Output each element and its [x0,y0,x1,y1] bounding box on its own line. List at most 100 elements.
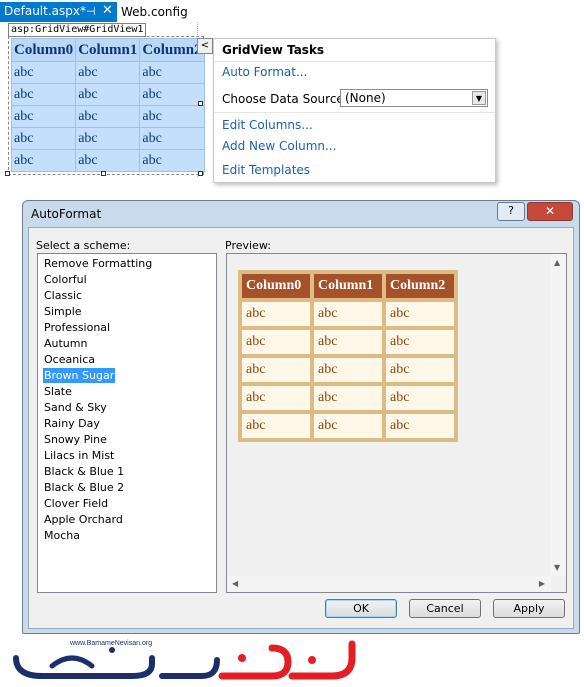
help-button[interactable]: ? [497,202,525,221]
gridview-row: abc abc abc [10,105,205,128]
preview-cell: abc [240,300,312,328]
gridview-cell: abc [139,127,205,150]
preview-label: Preview: [225,239,271,252]
dialog-title: AutoFormat [31,207,102,221]
preview-cell: abc [312,356,384,384]
scroll-up-icon[interactable]: ▲ [554,258,560,267]
gridview-table[interactable]: Column0 Column1 Column2 abc abc abc abc … [10,38,205,172]
preview-cell: abc [312,412,384,440]
scheme-item[interactable]: Oceanica [43,352,96,367]
preview-cell: abc [240,356,312,384]
gridview-cell: abc [139,149,205,172]
scheme-item[interactable]: Apple Orchard [43,512,124,527]
gridview-cell: abc [75,83,141,106]
control-id-label: asp:GridView#GridView1 [8,23,147,37]
apply-button[interactable]: Apply [493,599,565,618]
add-new-column-link[interactable]: Add New Column... [222,139,336,153]
gridview-cell: abc [10,127,77,150]
preview-header-cell: Column0 [240,272,312,300]
autoformat-dialog: AutoFormat ? ✕ Select a scheme: Preview:… [22,200,580,634]
scheme-listbox[interactable]: Remove Formatting Colorful Classic Simpl… [37,253,217,593]
preview-cell: abc [312,300,384,328]
preview-cell: abc [312,328,384,356]
preview-cell: abc [240,384,312,412]
preview-row: abc abc abc [240,356,456,384]
scheme-item[interactable]: Colorful [43,272,88,287]
gridview-header-cell: Column0 [10,38,77,62]
gridview-row: abc abc abc [10,83,205,106]
preview-row: abc abc abc [240,300,456,328]
gridview-cell: abc [75,61,141,84]
preview-cell: abc [312,384,384,412]
preview-cell: abc [240,412,312,440]
gridview-cell: abc [139,105,205,128]
preview-cell: abc [384,356,456,384]
scheme-item[interactable]: Black & Blue 2 [43,480,125,495]
scheme-item-selected[interactable]: Brown Sugar [43,368,116,383]
scroll-left-icon[interactable]: ◀ [232,579,238,588]
cancel-button[interactable]: Cancel [409,599,481,618]
chevron-down-icon[interactable]: ▼ [472,91,486,105]
preview-cell: abc [384,328,456,356]
divider [214,61,495,62]
gridview-header-row: Column0 Column1 Column2 [10,38,205,62]
close-tab-icon[interactable]: ✕ [102,1,113,20]
tasks-title: GridView Tasks [222,43,325,57]
preview-header-cell: Column2 [384,272,456,300]
gridview-tasks-panel: GridView Tasks Auto Format... Choose Dat… [213,38,496,183]
preview-header-row: Column0 Column1 Column2 [240,272,456,300]
gridview-header-cell: Column1 [75,38,141,62]
watermark-url: www.BamameNevisan.org [70,640,153,647]
edit-columns-link[interactable]: Edit Columns... [222,118,313,132]
scheme-item[interactable]: Mocha [43,528,81,543]
horizontal-scrollbar[interactable]: ◀ ▶ [227,576,551,592]
scheme-label: Select a scheme: [36,239,131,252]
scheme-item[interactable]: Professional [43,320,111,335]
tab-label: Default.aspx* [4,4,86,18]
scheme-item[interactable]: Clover Field [43,496,109,511]
gridview-cell: abc [139,61,205,84]
scroll-down-icon[interactable]: ▼ [554,563,560,572]
scheme-item[interactable]: Autumn [43,336,88,351]
scheme-item[interactable]: Sand & Sky [43,400,108,415]
vertical-scrollbar[interactable]: ▲ ▼ [551,254,566,576]
gridview-cell: abc [75,105,141,128]
gridview-cell: abc [139,83,205,106]
scheme-item[interactable]: Black & Blue 1 [43,464,125,479]
smart-tag-icon[interactable]: < [197,38,213,54]
preview-table: Column0 Column1 Column2 abc abc abc abc … [238,270,458,442]
close-icon[interactable]: ✕ [527,202,573,221]
ok-button[interactable]: OK [325,599,397,618]
resize-handle-bottom-left[interactable] [5,171,10,176]
dialog-body: Select a scheme: Preview: Remove Formatt… [28,227,574,629]
gridview-control[interactable]: Column0 Column1 Column2 abc abc abc abc … [8,36,205,175]
edit-templates-link[interactable]: Edit Templates [222,163,310,177]
data-source-select[interactable]: (None) ▼ [340,89,488,107]
gridview-row: abc abc abc [10,127,205,150]
tab-web-config[interactable]: Web.config [117,3,192,22]
gridview-cell: abc [75,127,141,150]
preview-row: abc abc abc [240,328,456,356]
resize-handle-right[interactable] [198,101,203,106]
divider [214,112,495,113]
gridview-row: abc abc abc [10,149,205,172]
scheme-item[interactable]: Simple [43,304,83,319]
preview-cell: abc [384,384,456,412]
auto-format-link[interactable]: Auto Format... [222,65,307,79]
preview-cell: abc [384,300,456,328]
scheme-item[interactable]: Classic [43,288,83,303]
scheme-item[interactable]: Slate [43,384,73,399]
preview-pane: Column0 Column1 Column2 abc abc abc abc … [226,253,567,593]
scheme-item[interactable]: Snowy Pine [43,432,108,447]
scheme-item[interactable]: Rainy Day [43,416,101,431]
scheme-item[interactable]: Lilacs in Mist [43,448,115,463]
resize-handle-corner[interactable] [198,171,203,176]
pin-icon[interactable]: ⊣ [86,2,96,21]
resize-handle-bottom[interactable] [101,171,106,176]
tab-default-aspx[interactable]: Default.aspx* ⊣ ✕ [0,2,117,22]
preview-row: abc abc abc [240,412,456,440]
scroll-right-icon[interactable]: ▶ [539,579,545,588]
scheme-item[interactable]: Remove Formatting [43,256,153,271]
site-logo [13,640,356,680]
preview-header-cell: Column1 [312,272,384,300]
